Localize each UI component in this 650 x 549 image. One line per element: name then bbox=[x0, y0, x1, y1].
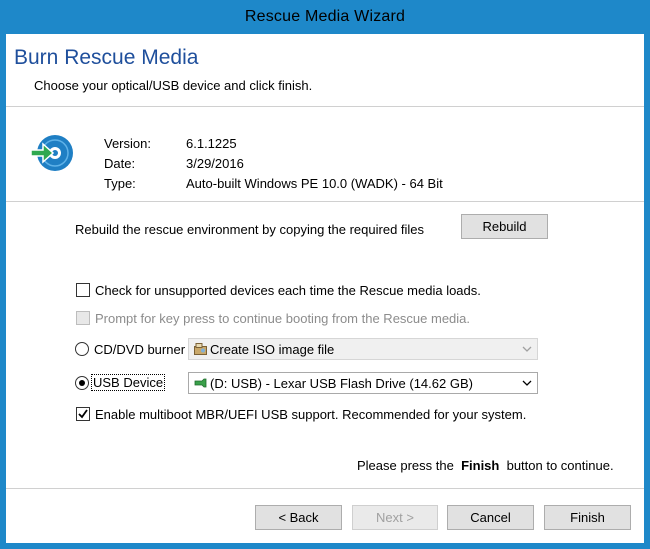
usb-device-label: USB Device bbox=[90, 374, 166, 391]
prompt-key-label: Prompt for key press to continue booting… bbox=[95, 311, 471, 326]
type-label: Type: bbox=[104, 176, 136, 191]
multiboot-checkbox[interactable] bbox=[76, 407, 90, 421]
iso-file-icon bbox=[193, 342, 207, 356]
finish-instruction-emphasis: Finish bbox=[461, 458, 500, 473]
finish-instruction-after: button to continue. bbox=[506, 458, 614, 473]
chevron-down-icon bbox=[517, 346, 537, 352]
finish-instruction-before: Please press the bbox=[357, 458, 454, 473]
cancel-button[interactable]: Cancel bbox=[447, 505, 534, 530]
type-value: Auto-built Windows PE 10.0 (WADK) - 64 B… bbox=[186, 176, 443, 191]
window-title: Rescue Media Wizard bbox=[244, 8, 406, 25]
next-button[interactable]: Next > bbox=[352, 505, 438, 530]
version-value: 6.1.1225 bbox=[186, 136, 237, 151]
rescue-disc-icon bbox=[30, 135, 73, 171]
rebuild-button[interactable]: Rebuild bbox=[461, 214, 548, 239]
date-value: 3/29/2016 bbox=[186, 156, 244, 171]
wizard-window: Rescue Media Wizard Burn Rescue Media Ch… bbox=[0, 0, 650, 549]
title-bar[interactable]: Rescue Media Wizard bbox=[0, 0, 650, 34]
checkmark-icon bbox=[78, 409, 88, 419]
footer-divider bbox=[6, 488, 644, 489]
page-subtitle: Choose your optical/USB device and click… bbox=[34, 78, 313, 93]
rebuild-description: Rebuild the rescue environment by copyin… bbox=[75, 222, 425, 237]
multiboot-label: Enable multiboot MBR/UEFI USB support. R… bbox=[95, 407, 527, 422]
date-label: Date: bbox=[104, 156, 136, 171]
usb-drive-icon bbox=[193, 376, 207, 390]
cd-dvd-select[interactable]: Create ISO image file bbox=[188, 338, 538, 360]
prompt-key-checkbox[interactable] bbox=[76, 311, 90, 325]
usb-device-select[interactable]: (D: USB) - Lexar USB Flash Drive (14.62 … bbox=[188, 372, 538, 394]
finish-instruction: Please press the Finish button to contin… bbox=[357, 458, 614, 473]
cd-dvd-label: CD/DVD burner bbox=[94, 342, 186, 357]
cd-dvd-selected-value: Create ISO image file bbox=[210, 341, 335, 357]
usb-device-radio[interactable] bbox=[75, 376, 89, 390]
check-unsupported-label: Check for unsupported devices each time … bbox=[95, 283, 481, 298]
wizard-content: Burn Rescue Media Choose your optical/US… bbox=[6, 34, 644, 543]
chevron-down-icon bbox=[517, 380, 537, 386]
finish-button[interactable]: Finish bbox=[544, 505, 631, 530]
check-unsupported-checkbox[interactable] bbox=[76, 283, 90, 297]
info-divider bbox=[6, 201, 644, 202]
cd-dvd-radio[interactable] bbox=[75, 342, 89, 356]
page-title: Burn Rescue Media bbox=[14, 46, 199, 69]
back-button[interactable]: < Back bbox=[255, 505, 342, 530]
header-divider bbox=[6, 106, 644, 107]
version-label: Version: bbox=[104, 136, 151, 151]
usb-selected-value: (D: USB) - Lexar USB Flash Drive (14.62 … bbox=[210, 375, 473, 391]
